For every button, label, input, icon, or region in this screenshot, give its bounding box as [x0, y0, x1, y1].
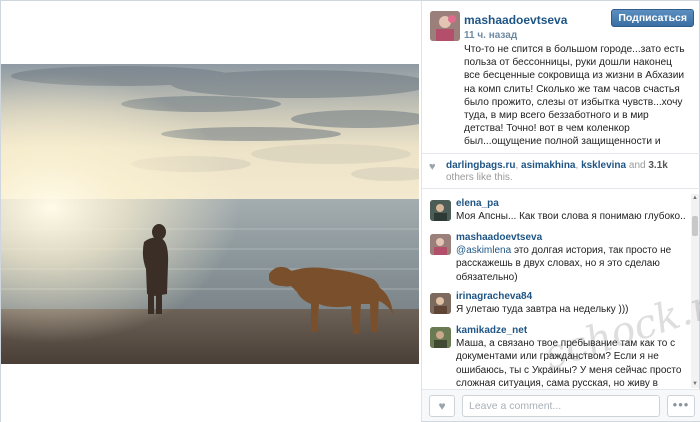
heart-icon: ♥: [429, 161, 436, 173]
comment-username[interactable]: irinagracheva84: [456, 291, 532, 302]
post-header: mashaadoevtseva Подписаться 11 ч. назад …: [422, 1, 700, 153]
more-options-button[interactable]: •••: [667, 395, 695, 417]
likes-suffix: others like this.: [446, 172, 513, 183]
liker-link[interactable]: darlingbags.ru: [446, 160, 515, 171]
commenter-avatar[interactable]: [430, 234, 451, 255]
comment-text: Я улетаю туда завтра на недельку ))): [456, 304, 629, 315]
comment-mention[interactable]: @askimlena: [456, 245, 511, 256]
comment-username[interactable]: kamikadze_net: [456, 325, 527, 336]
commenter-avatar[interactable]: [430, 200, 451, 221]
scroll-thumb[interactable]: [692, 216, 698, 236]
likes-summary: ♥ darlingbags.ru, asimakhina, ksklevina …: [422, 153, 700, 189]
like-button[interactable]: ♥: [429, 395, 455, 417]
scroll-down-arrow-icon[interactable]: ▼: [691, 380, 699, 388]
post-footer: ♥ •••: [422, 389, 700, 421]
beach-photo-image: [1, 64, 419, 364]
heart-icon: ♥: [438, 399, 446, 413]
likes-and: and: [626, 160, 649, 171]
comments-scrollbar[interactable]: ▲ ▼: [691, 194, 699, 388]
comment-username[interactable]: mashaadoevtseva: [456, 232, 542, 243]
comment-text: Моя Апсны... Как твои слова я понимаю гл…: [456, 211, 686, 222]
likes-count[interactable]: 3.1k: [648, 160, 667, 171]
liker-link[interactable]: asimakhina: [521, 160, 575, 171]
scroll-up-arrow-icon[interactable]: ▲: [691, 194, 699, 202]
commenter-avatar[interactable]: [430, 327, 451, 348]
comment-username[interactable]: elena_pa: [456, 198, 499, 209]
instagram-post-window: mashaadoevtseva Подписаться 11 ч. назад …: [0, 0, 700, 422]
photo-pane: [1, 1, 421, 422]
post-photo[interactable]: [1, 64, 419, 364]
post-caption: Что-то не спится в большом городе...зато…: [464, 44, 685, 151]
post-timestamp[interactable]: 11 ч. назад: [464, 30, 517, 41]
author-avatar[interactable]: [430, 11, 460, 41]
follow-button[interactable]: Подписаться: [611, 9, 694, 27]
comment-text: @askimlena это долгая история, так прост…: [456, 244, 688, 284]
commenter-avatar[interactable]: [430, 293, 451, 314]
liker-link[interactable]: ksklevina: [581, 160, 626, 171]
author-username[interactable]: mashaadoevtseva: [464, 13, 567, 27]
comment-input[interactable]: [462, 395, 660, 417]
comment-text: Маша, а связано твое пребывание там как …: [456, 338, 682, 388]
comments-list[interactable]: elena_pa Моя Апсны... Как твои слова я п…: [422, 194, 690, 388]
post-sidebar: mashaadoevtseva Подписаться 11 ч. назад …: [421, 1, 700, 421]
